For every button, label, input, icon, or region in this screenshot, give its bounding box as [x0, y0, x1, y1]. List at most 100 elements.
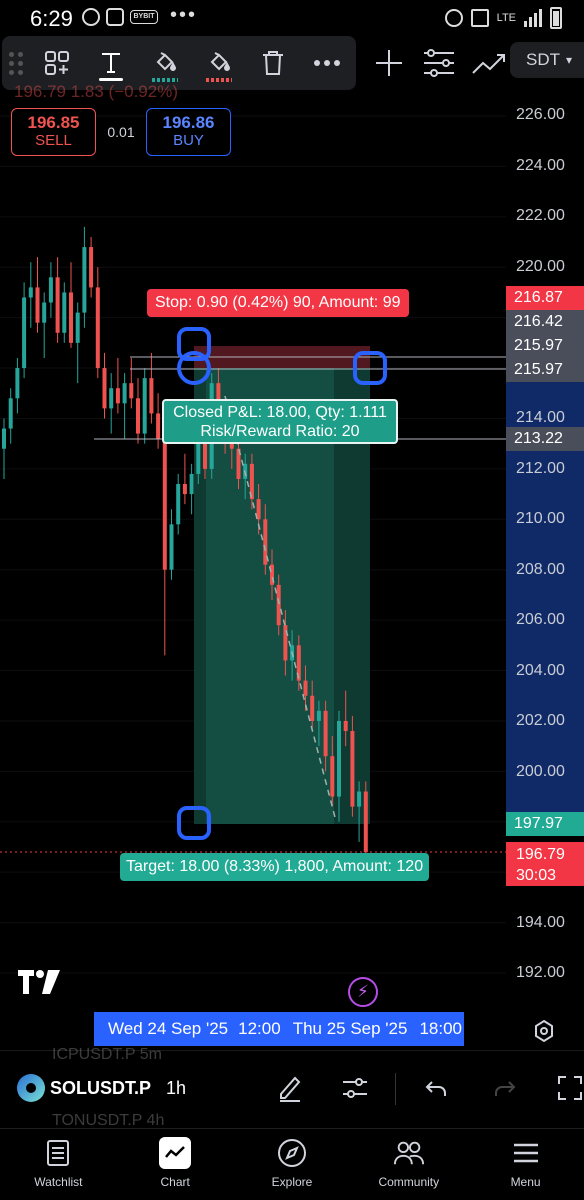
overflow-dots: •••: [170, 4, 198, 26]
candle-body: [95, 287, 100, 369]
nav-community[interactable]: Community: [350, 1129, 467, 1200]
status-bar: 6:29 BYBIT ••• LTE: [0, 0, 584, 36]
last-price-value: 196.79: [516, 846, 565, 863]
indicators-icon[interactable]: [335, 1068, 375, 1108]
gallery-icon: [106, 8, 124, 26]
price-tick: 208.00: [516, 561, 565, 578]
lightning-icon[interactable]: ⚡: [348, 977, 378, 1007]
trade-panel: 196.85 SELL 0.01 196.86 BUY: [11, 108, 231, 156]
ohlc-readout: 196.79 1.83 (−0.92%): [14, 82, 178, 101]
battery-icon: [550, 7, 562, 29]
nav-menu[interactable]: Menu: [467, 1129, 584, 1200]
candle-body: [89, 247, 94, 288]
width-handle[interactable]: [353, 351, 387, 385]
buy-button[interactable]: 196.86 BUY: [146, 108, 231, 156]
price-tick: 204.00: [516, 662, 565, 679]
target-handle[interactable]: [177, 806, 211, 840]
object-tree-icon[interactable]: [414, 36, 464, 90]
chart-icon: [159, 1137, 192, 1169]
draw-pen-icon[interactable]: [270, 1068, 310, 1108]
chart-side-tools: [364, 36, 514, 90]
time-label: Thu 25 Sep '25: [292, 1019, 408, 1038]
pnl-summary[interactable]: Closed P&L: 18.00, Qty: 1.111 Risk/Rewar…: [162, 399, 398, 444]
mute-icon: [470, 9, 489, 27]
candle-body: [169, 524, 174, 570]
drawing-icon[interactable]: [464, 36, 514, 90]
divider: [395, 1073, 396, 1105]
candle-body: [357, 791, 362, 807]
crosshair-icon[interactable]: [364, 36, 414, 90]
watchlist-icon: [42, 1137, 74, 1169]
nav-label: Watchlist: [34, 1175, 83, 1189]
candle-body: [82, 247, 87, 313]
spread-value: 0.01: [107, 124, 135, 140]
nav-explore[interactable]: Explore: [234, 1129, 351, 1200]
community-icon: [393, 1137, 425, 1169]
candle-body: [8, 398, 13, 429]
pnl-line: Closed P&L: 18.00, Qty: 1.111: [173, 404, 387, 421]
alarm-icon: [444, 9, 463, 27]
candle-body: [343, 720, 348, 732]
candle-body: [42, 302, 47, 323]
fullscreen-icon[interactable]: [550, 1068, 584, 1108]
symbol-tag[interactable]: SDT ▾: [510, 42, 584, 78]
marker-price-label: 213.22: [506, 427, 584, 451]
price-tick: 220.00: [516, 258, 565, 275]
nav-watchlist[interactable]: Watchlist: [0, 1129, 117, 1200]
bybit-badge-icon: BYBIT: [130, 10, 158, 24]
symbol-name[interactable]: SOLUSDT.P: [50, 1078, 151, 1099]
stop-label[interactable]: Stop: 0.90 (0.42%) 90, Amount: 99: [147, 289, 409, 317]
sell-button[interactable]: 196.85 SELL: [11, 108, 96, 156]
prev-symbol-ghost: ICPUSDT.P 5m: [52, 1046, 162, 1063]
tradingview-logo: [18, 970, 60, 994]
bar-countdown: 30:03: [516, 867, 557, 884]
time-label: 12:00: [238, 1019, 281, 1038]
sell-label: SELL: [35, 132, 72, 149]
candle-body: [337, 720, 341, 797]
fill-red-icon[interactable]: [192, 36, 246, 90]
sell-price: 196.85: [27, 113, 80, 132]
target-label[interactable]: Target: 18.00 (8.33%) 1,800, Amount: 120: [120, 853, 430, 881]
settings-icon[interactable]: [533, 1019, 555, 1043]
candle-body: [142, 378, 147, 434]
nav-label: Community: [378, 1175, 440, 1189]
candle-body: [115, 388, 120, 404]
nav-label: Chart: [160, 1175, 190, 1189]
undo-icon[interactable]: [416, 1068, 456, 1108]
nav-chart[interactable]: Chart: [117, 1129, 234, 1200]
candle-body: [162, 438, 167, 570]
price-tick: 226.00: [516, 106, 565, 123]
nav-label: Explore: [271, 1175, 313, 1189]
chevron-down-icon: ▾: [566, 53, 573, 67]
candle-body: [303, 680, 308, 696]
candle-body: [276, 584, 281, 626]
price-tick: 212.00: [516, 460, 565, 477]
candle-body: [182, 484, 187, 495]
candle-body: [102, 368, 107, 409]
candle-body: [316, 710, 321, 721]
redo-icon[interactable]: [485, 1068, 525, 1108]
notification-icons: BYBIT: [82, 8, 158, 26]
bottom-nav: Watchlist Chart Explore Community Menu: [0, 1128, 584, 1200]
more-icon[interactable]: [300, 36, 354, 90]
price-tick: 202.00: [516, 712, 565, 729]
candle-body: [35, 287, 40, 323]
candle-body: [256, 499, 261, 520]
candle-body: [75, 312, 80, 343]
price-tick: 192.00: [516, 964, 565, 981]
candle-body: [55, 277, 60, 333]
entry-handle[interactable]: [177, 351, 211, 385]
candle-body: [28, 287, 33, 298]
nav-label: Menu: [510, 1175, 541, 1189]
candle-body: [310, 695, 315, 721]
candle-body: [149, 378, 154, 414]
timeframe-selector[interactable]: 1h: [166, 1078, 186, 1099]
candle-body: [48, 277, 53, 303]
price-tick: 214.00: [516, 409, 565, 426]
candle-body: [22, 297, 27, 369]
candle-body: [129, 383, 134, 399]
trash-icon[interactable]: [246, 36, 300, 90]
buy-price: 196.86: [162, 113, 215, 132]
buy-label: BUY: [173, 132, 204, 149]
time-axis[interactable]: Wed 24 Sep '25 12:00 Thu 25 Sep '25 18:0…: [94, 1012, 464, 1046]
